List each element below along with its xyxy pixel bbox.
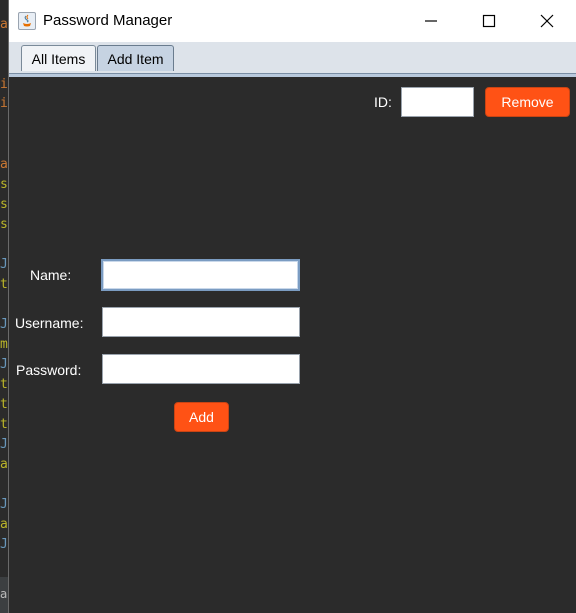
close-icon [540, 14, 554, 28]
ide-line: s [0, 217, 8, 232]
add-button[interactable]: Add [174, 402, 229, 432]
name-label: Name: [30, 267, 72, 283]
ide-line: s [0, 177, 8, 192]
maximize-icon [482, 14, 496, 28]
id-input[interactable] [401, 87, 474, 117]
ide-line: a [0, 157, 8, 172]
close-button[interactable] [518, 0, 576, 42]
name-input[interactable] [101, 259, 300, 291]
tab-content-border [9, 73, 576, 77]
ide-line: t [0, 417, 8, 432]
ide-line: a [0, 457, 8, 472]
minimize-icon [425, 20, 437, 22]
ide-status-text: a [0, 587, 8, 601]
password-manager-window: Password Manager All Items Add Item ID: … [8, 0, 576, 613]
password-label: Password: [16, 362, 82, 378]
ide-line: t [0, 377, 8, 392]
ide-line: i [0, 77, 8, 92]
ide-line: s [0, 197, 8, 212]
window-title: Password Manager [43, 12, 173, 29]
ide-line: J [0, 537, 8, 552]
ide-line: J [0, 257, 8, 272]
remove-button[interactable]: Remove [485, 87, 570, 117]
ide-line: a [0, 17, 8, 32]
minimize-button[interactable] [402, 0, 460, 42]
tab-add-item[interactable]: Add Item [97, 45, 174, 71]
username-label: Username: [15, 315, 84, 331]
id-label: ID: [374, 94, 392, 110]
password-input[interactable] [102, 354, 300, 384]
ide-line: J [0, 357, 8, 372]
ide-line: J [0, 317, 8, 332]
ide-line: i [0, 96, 8, 111]
ide-line: a [0, 517, 8, 532]
java-app-icon [18, 12, 36, 30]
ide-line: m [0, 337, 8, 352]
title-bar[interactable]: Password Manager [9, 0, 576, 42]
ide-line: t [0, 397, 8, 412]
username-input[interactable] [102, 307, 300, 337]
ide-line: t [0, 277, 8, 292]
tab-strip: All Items Add Item [9, 42, 576, 74]
ide-line: J [0, 437, 8, 452]
tab-all-items[interactable]: All Items [21, 45, 96, 71]
maximize-button[interactable] [460, 0, 518, 42]
ide-line: J [0, 497, 8, 512]
